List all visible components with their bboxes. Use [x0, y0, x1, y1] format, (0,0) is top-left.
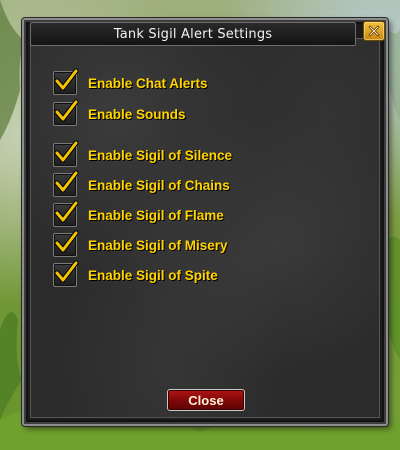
option-sigil-chains[interactable]: Enable Sigil of Chains	[53, 170, 230, 197]
checkmark-icon	[54, 230, 79, 253]
option-sigil-silence[interactable]: Enable Sigil of Silence	[53, 140, 233, 167]
close-button[interactable]: Close	[167, 389, 245, 411]
option-sigil-spite[interactable]: Enable Sigil of Spite	[53, 260, 218, 287]
option-label: Enable Sounds	[88, 106, 186, 122]
sigil-misery-checkbox[interactable]	[53, 230, 79, 257]
option-label: Enable Chat Alerts	[88, 75, 208, 91]
option-label: Enable Sigil of Spite	[88, 267, 218, 283]
option-label: Enable Sigil of Silence	[88, 147, 233, 163]
option-chat-alerts[interactable]: Enable Chat Alerts	[53, 68, 208, 95]
option-sigil-flame[interactable]: Enable Sigil of Flame	[53, 200, 224, 227]
option-sigil-misery[interactable]: Enable Sigil of Misery	[53, 230, 228, 257]
close-x-icon	[368, 25, 380, 37]
dialog-body	[30, 38, 380, 418]
option-label: Enable Sigil of Chains	[88, 177, 230, 193]
checkmark-icon	[54, 260, 79, 283]
checkmark-icon	[54, 170, 79, 193]
option-label: Enable Sigil of Misery	[88, 237, 228, 253]
sounds-checkbox[interactable]	[53, 99, 79, 126]
dialog-title: Tank Sigil Alert Settings	[113, 26, 273, 42]
checkmark-icon	[54, 140, 79, 163]
sigil-chains-checkbox[interactable]	[53, 170, 79, 197]
sigil-flame-checkbox[interactable]	[53, 200, 79, 227]
checkmark-icon	[54, 68, 79, 91]
settings-dialog: Tank Sigil Alert Settings Enable Chat Al…	[22, 18, 388, 426]
chat-alerts-checkbox[interactable]	[53, 68, 79, 95]
sigil-silence-checkbox[interactable]	[53, 140, 79, 167]
option-sounds[interactable]: Enable Sounds	[53, 99, 186, 126]
sigil-spite-checkbox[interactable]	[53, 260, 79, 287]
checkmark-icon	[54, 200, 79, 223]
option-label: Enable Sigil of Flame	[88, 207, 224, 223]
checkmark-icon	[54, 99, 79, 122]
title-bar[interactable]: Tank Sigil Alert Settings	[30, 22, 356, 46]
close-x-button[interactable]	[363, 21, 385, 41]
